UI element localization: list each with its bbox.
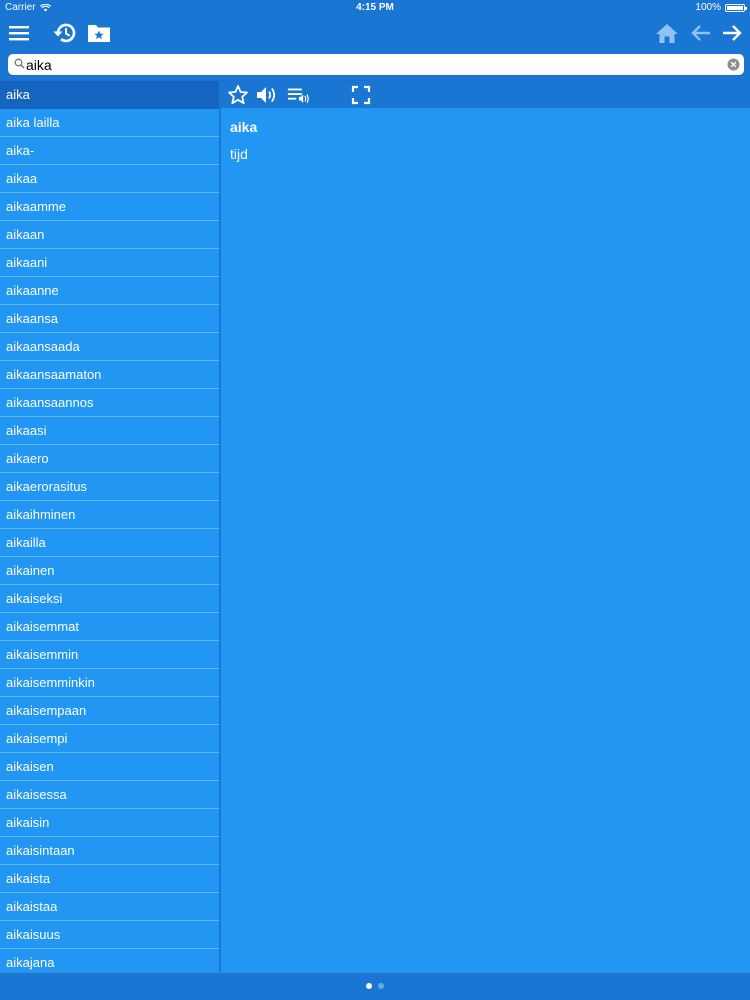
favorite-button[interactable] — [226, 83, 250, 107]
fullscreen-button[interactable] — [349, 83, 373, 107]
list-item[interactable]: aikaerorasitus — [0, 473, 219, 501]
speaker-icon — [257, 87, 276, 103]
list-item[interactable]: aikaa — [0, 165, 219, 193]
favorites-folder-icon — [88, 25, 110, 42]
list-item[interactable]: aikaero — [0, 445, 219, 473]
list-item-selected[interactable]: aika — [0, 81, 219, 109]
list-item[interactable]: aikaanne — [0, 277, 219, 305]
list-item[interactable]: aikaistaa — [0, 893, 219, 921]
battery-percent: 100% — [695, 2, 721, 13]
play-list-button[interactable] — [287, 83, 311, 107]
menu-icon — [9, 26, 29, 41]
list-item[interactable]: aikaiseksi — [0, 585, 219, 613]
favorites-button[interactable] — [84, 18, 114, 48]
list-item[interactable]: aikaansa — [0, 305, 219, 333]
menu-button[interactable] — [4, 18, 34, 48]
list-item[interactable]: aikaan — [0, 221, 219, 249]
carrier-label: Carrier — [5, 2, 36, 13]
list-item[interactable]: aikaisemmat — [0, 613, 219, 641]
bottom-bar — [0, 972, 750, 1000]
page-dot[interactable] — [378, 983, 384, 989]
status-left: Carrier — [5, 0, 51, 16]
list-item[interactable]: aikaamme — [0, 193, 219, 221]
word-list[interactable]: aika aika lailla aika-aikaa aikaamme aikaan a… — [0, 81, 219, 972]
list-item[interactable]: aikaisin — [0, 809, 219, 837]
search-box — [8, 54, 744, 75]
search-bar — [0, 50, 750, 80]
fullscreen-icon — [351, 85, 371, 105]
list-item[interactable]: aika lailla — [0, 109, 219, 137]
list-item[interactable]: aikaihminen — [0, 501, 219, 529]
list-item[interactable]: aikaansaannos — [0, 389, 219, 417]
page-indicator[interactable] — [0, 983, 750, 989]
list-item[interactable]: aikajana — [0, 949, 219, 972]
list-item[interactable]: aikainen — [0, 557, 219, 585]
list-item[interactable]: aikaisempaan — [0, 697, 219, 725]
forward-button[interactable] — [717, 18, 747, 48]
list-item[interactable]: aikaansaamaton — [0, 361, 219, 389]
list-item[interactable]: aikaisuus — [0, 921, 219, 949]
page-dot-active[interactable] — [366, 983, 372, 989]
back-arrow-icon — [691, 25, 710, 41]
home-icon — [656, 24, 678, 43]
list-item[interactable]: aikaasi — [0, 417, 219, 445]
history-button[interactable] — [50, 18, 80, 48]
list-item[interactable]: aikailla — [0, 529, 219, 557]
detail-pane: aika tijd — [221, 108, 750, 972]
status-time: 4:15 PM — [356, 2, 394, 13]
wifi-icon — [39, 4, 51, 12]
clear-search-icon[interactable] — [727, 58, 740, 71]
list-item[interactable]: aikaani — [0, 249, 219, 277]
search-input[interactable] — [26, 54, 716, 75]
battery-icon — [725, 4, 747, 12]
search-icon — [14, 58, 25, 69]
entry-headword: aika — [230, 119, 258, 135]
pronounce-button[interactable] — [255, 83, 279, 107]
home-button[interactable] — [652, 18, 682, 48]
playlist-audio-icon — [287, 88, 309, 104]
list-item[interactable]: aikaisen — [0, 753, 219, 781]
detail-toolbar — [221, 81, 750, 108]
entry-definition: tijd — [230, 146, 248, 162]
list-item[interactable]: aikaansaada — [0, 333, 219, 361]
star-icon — [228, 85, 248, 105]
status-bar: Carrier 4:15 PM 100% — [0, 0, 750, 16]
list-item[interactable]: aikaisintaan — [0, 837, 219, 865]
list-item[interactable]: aika- — [0, 137, 219, 165]
top-toolbar — [0, 16, 750, 50]
history-icon — [53, 23, 76, 43]
list-item[interactable]: aikaisemmin — [0, 641, 219, 669]
list-item[interactable]: aikaista — [0, 865, 219, 893]
list-item[interactable]: aikaisessa — [0, 781, 219, 809]
forward-arrow-icon — [723, 25, 742, 41]
list-item[interactable]: aikaisemminkin — [0, 669, 219, 697]
status-right: 100% — [695, 0, 747, 16]
back-button[interactable] — [686, 18, 716, 48]
list-item[interactable]: aikaisempi — [0, 725, 219, 753]
